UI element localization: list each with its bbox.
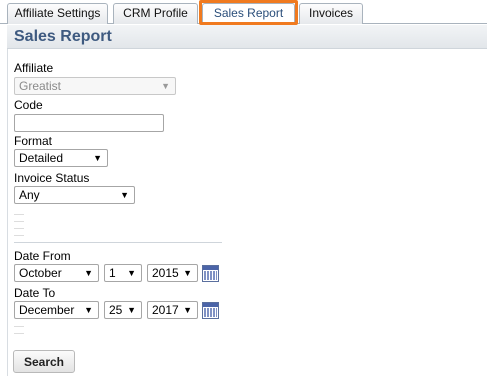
page-title: Sales Report bbox=[14, 28, 112, 45]
date-to-label: Date To bbox=[14, 286, 56, 300]
invoice-status-label: Invoice Status bbox=[14, 171, 90, 185]
date-from-day-select[interactable]: 1 ▼ bbox=[104, 264, 142, 282]
affiliate-label: Affiliate bbox=[14, 61, 54, 75]
spacer-dots bbox=[14, 326, 24, 340]
invoice-status-select[interactable]: Any ▼ bbox=[14, 186, 135, 204]
divider bbox=[14, 242, 222, 243]
date-to-day-value: 25 bbox=[109, 303, 123, 317]
date-from-day-value: 1 bbox=[109, 266, 116, 280]
chevron-down-icon: ▼ bbox=[183, 305, 192, 315]
chevron-down-icon: ▼ bbox=[120, 190, 129, 200]
date-to-month-value: December bbox=[19, 303, 75, 317]
date-from-calendar-icon[interactable] bbox=[202, 265, 219, 282]
chevron-down-icon: ▼ bbox=[84, 268, 93, 278]
chevron-down-icon: ▼ bbox=[127, 305, 136, 315]
spacer-dots bbox=[14, 214, 24, 242]
tab-bar: Affiliate Settings CRM Profile Sales Rep… bbox=[0, 0, 487, 25]
chevron-down-icon: ▼ bbox=[127, 268, 136, 278]
date-from-month-value: October bbox=[19, 266, 62, 280]
format-label: Format bbox=[14, 134, 53, 148]
date-to-year-value: 2017 bbox=[152, 303, 179, 317]
date-from-label: Date From bbox=[14, 249, 71, 263]
affiliate-select[interactable]: Greatist ▼ bbox=[14, 77, 176, 95]
affiliate-value: Greatist bbox=[19, 79, 62, 93]
search-button[interactable]: Search bbox=[13, 350, 75, 373]
content-border bbox=[7, 49, 8, 376]
code-input[interactable] bbox=[14, 114, 164, 132]
chevron-down-icon: ▼ bbox=[183, 268, 192, 278]
chevron-down-icon: ▼ bbox=[84, 305, 93, 315]
code-label: Code bbox=[14, 98, 43, 112]
page-title-bar: Sales Report bbox=[7, 25, 487, 49]
chevron-down-icon: ▼ bbox=[161, 81, 170, 91]
date-to-calendar-icon[interactable] bbox=[202, 302, 219, 319]
format-value: Detailed bbox=[19, 151, 64, 165]
tab-sales-report[interactable]: Sales Report bbox=[202, 3, 295, 25]
invoice-status-value: Any bbox=[19, 188, 40, 202]
format-select[interactable]: Detailed ▼ bbox=[14, 149, 108, 167]
date-from-month-select[interactable]: October ▼ bbox=[14, 264, 99, 282]
date-to-month-select[interactable]: December ▼ bbox=[14, 301, 99, 319]
date-from-year-select[interactable]: 2015 ▼ bbox=[147, 264, 198, 282]
tab-crm-profile[interactable]: CRM Profile bbox=[113, 3, 198, 24]
date-to-year-select[interactable]: 2017 ▼ bbox=[147, 301, 198, 319]
date-to-day-select[interactable]: 25 ▼ bbox=[104, 301, 142, 319]
tab-invoices[interactable]: Invoices bbox=[299, 3, 363, 24]
chevron-down-icon: ▼ bbox=[93, 153, 102, 163]
date-from-year-value: 2015 bbox=[152, 266, 179, 280]
tab-affiliate-settings[interactable]: Affiliate Settings bbox=[7, 3, 108, 24]
